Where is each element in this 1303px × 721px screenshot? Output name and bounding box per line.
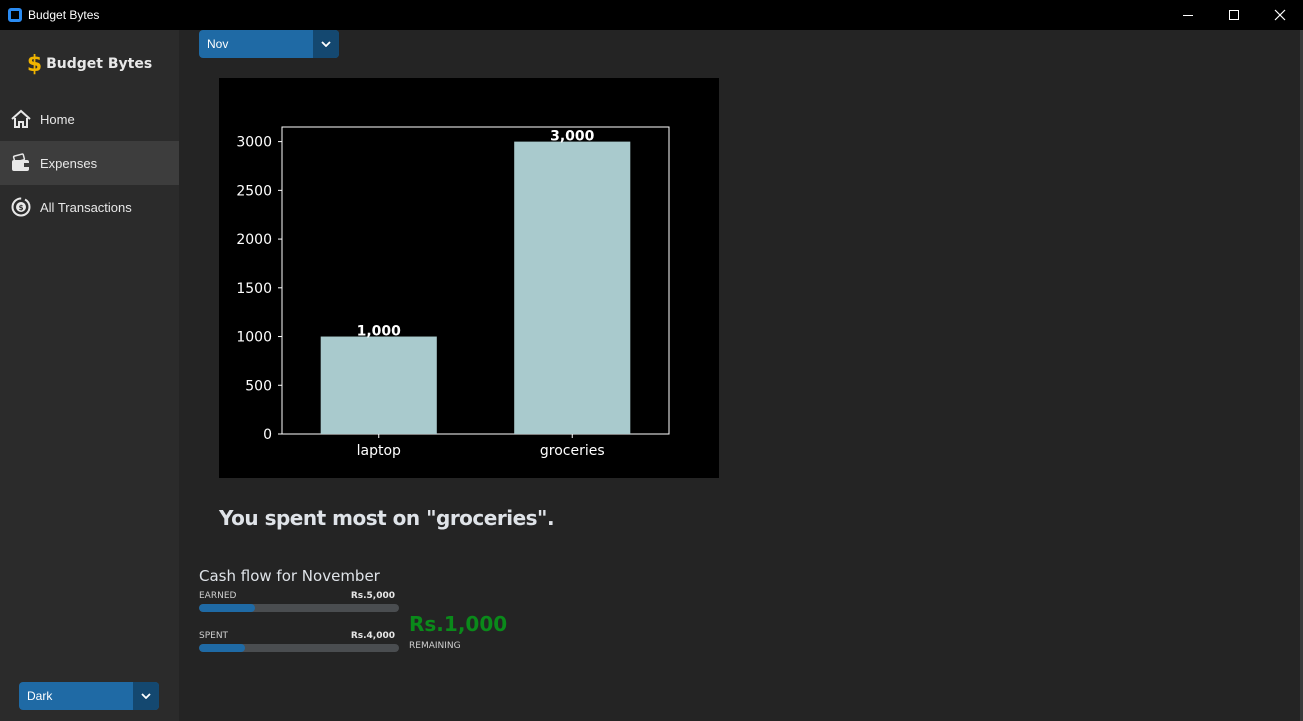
remaining-label: REMAINING xyxy=(409,641,461,651)
y-tick-label: 0 xyxy=(263,427,272,443)
month-dropdown-value: Nov xyxy=(207,37,229,51)
y-tick-label: 2000 xyxy=(236,232,272,248)
bar-data-label: 3,000 xyxy=(550,129,595,145)
chart-bar xyxy=(320,336,437,434)
cash-flow-title: Cash flow for November xyxy=(199,567,380,585)
theme-dropdown-value: Dark xyxy=(27,689,53,703)
spent-label: SPENT xyxy=(199,631,229,641)
sidebar-item-all-transactions[interactable]: $ All Transactions xyxy=(0,185,179,229)
wallet-icon xyxy=(10,152,32,174)
maximize-button[interactable] xyxy=(1211,0,1257,30)
minimize-button[interactable] xyxy=(1165,0,1211,30)
chevron-down-icon[interactable] xyxy=(133,682,159,710)
close-button[interactable] xyxy=(1257,0,1303,30)
y-tick-label: 500 xyxy=(245,378,272,394)
brand-name: Budget Bytes xyxy=(46,56,153,72)
y-tick-label: 1000 xyxy=(236,330,272,346)
theme-dropdown[interactable]: Dark xyxy=(19,682,159,710)
sidebar-item-label: Home xyxy=(40,111,75,127)
minimize-icon xyxy=(1183,15,1193,16)
earned-progress-bar xyxy=(199,604,399,612)
window-title: Budget Bytes xyxy=(28,8,100,22)
x-tick-label: groceries xyxy=(540,443,605,459)
chart-canvas: 0 500 1000 1500 2000 2500 3000 1,000 laptop 3,000… xyxy=(236,126,670,459)
month-dropdown[interactable]: Nov xyxy=(199,30,339,58)
earned-progress-fill xyxy=(199,604,255,612)
spent-progress-bar xyxy=(199,644,399,652)
sidebar: $ Budget Bytes Home Expenses $ All Trans… xyxy=(0,30,179,721)
sidebar-item-label: All Transactions xyxy=(40,199,132,215)
sidebar-item-home[interactable]: Home xyxy=(0,97,179,141)
chevron-down-icon[interactable] xyxy=(313,30,339,58)
transactions-icon: $ xyxy=(10,196,32,218)
svg-text:$: $ xyxy=(19,204,24,212)
y-tick-label: 3000 xyxy=(236,135,272,151)
y-tick-label: 2500 xyxy=(236,183,272,199)
window-controls xyxy=(1165,0,1303,30)
summary-text: You spent most on "groceries". xyxy=(219,506,555,530)
home-icon xyxy=(10,108,32,130)
x-tick-label: laptop xyxy=(357,443,401,459)
sidebar-item-label: Expenses xyxy=(40,155,98,171)
earned-label: EARNED xyxy=(199,591,237,601)
close-icon xyxy=(1274,9,1286,21)
remaining-amount: Rs.1,000 xyxy=(409,612,508,636)
spent-amount: Rs.4,000 xyxy=(350,631,395,641)
y-tick-label: 1500 xyxy=(236,281,272,297)
brand: $ Budget Bytes xyxy=(0,50,179,78)
spent-progress-fill xyxy=(199,644,245,652)
app-icon xyxy=(8,8,22,22)
sidebar-item-expenses[interactable]: Expenses xyxy=(0,141,179,185)
maximize-icon xyxy=(1229,10,1239,20)
dollar-icon: $ xyxy=(26,51,43,77)
bar-data-label: 1,000 xyxy=(357,324,402,340)
expenses-bar-chart: 0 500 1000 1500 2000 2500 3000 1,000 laptop 3,000… xyxy=(219,78,719,478)
title-bar: Budget Bytes xyxy=(0,0,1303,30)
earned-amount: Rs.5,000 xyxy=(350,591,395,601)
chart-bar xyxy=(514,141,631,434)
